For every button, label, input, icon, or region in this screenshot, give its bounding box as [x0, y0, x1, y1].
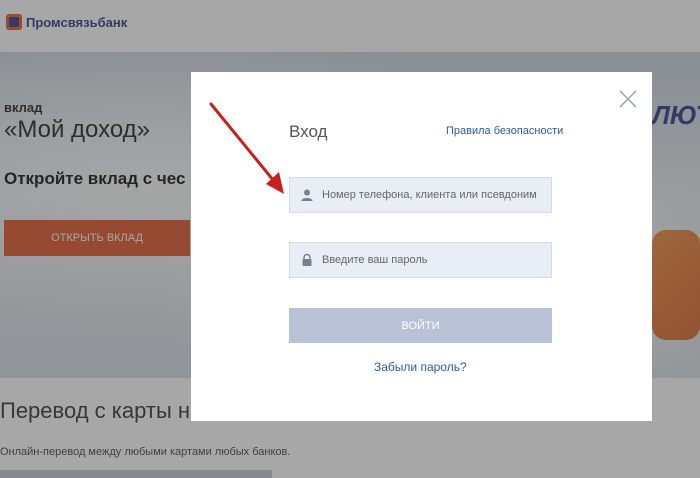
red-arrow-annotation [209, 102, 284, 194]
